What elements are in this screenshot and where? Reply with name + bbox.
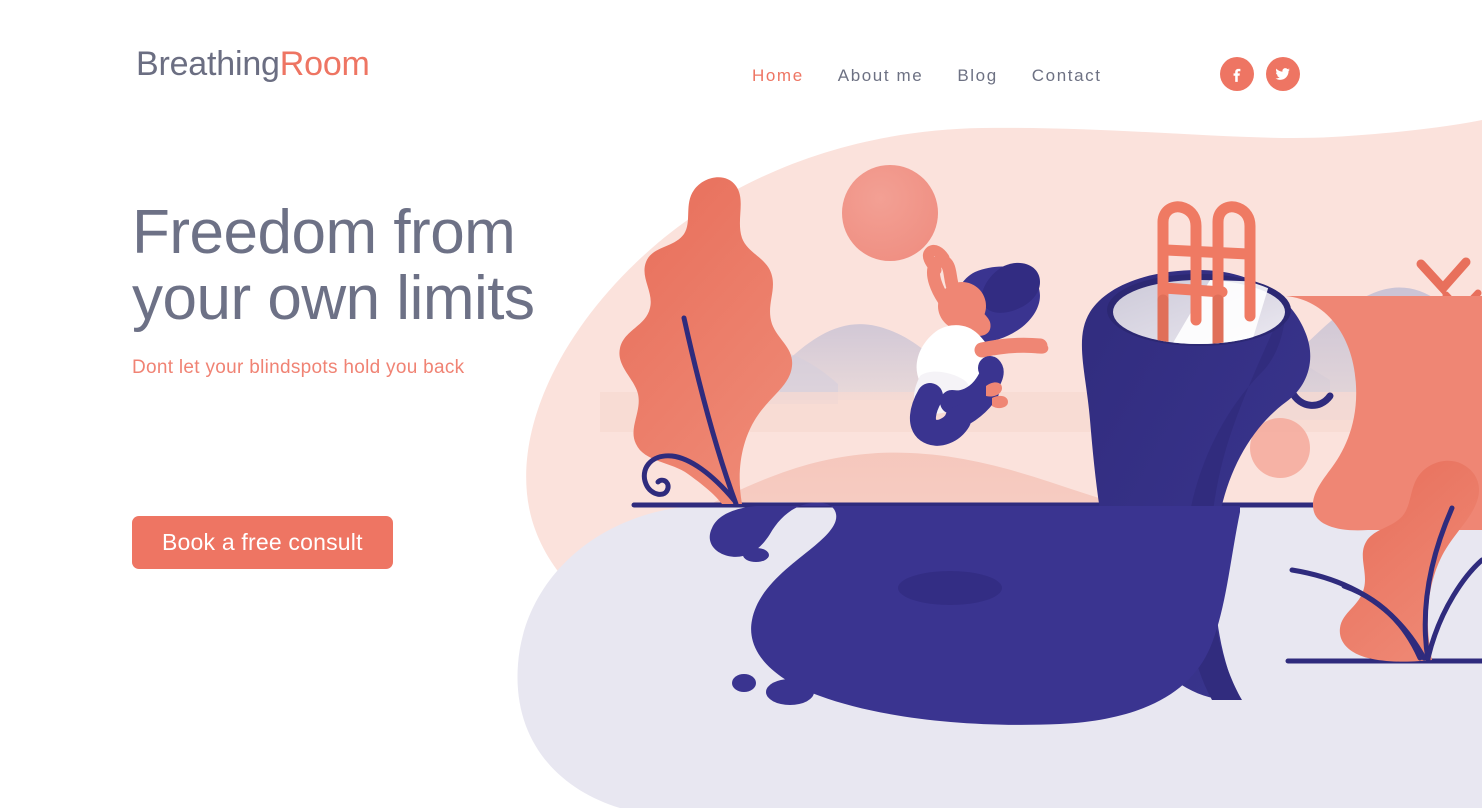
site-header: BreathingRoom Home About me Blog Contact	[0, 0, 1482, 132]
spill-droplet	[743, 548, 769, 562]
nav-item-blog[interactable]: Blog	[957, 63, 997, 88]
nav-item-about-me[interactable]: About me	[838, 63, 924, 88]
page-title: Freedom from your own limits	[132, 198, 535, 333]
site-logo[interactable]: BreathingRoom	[136, 47, 370, 81]
hero-subheadline: Dont let your blindspots hold you back	[132, 357, 465, 379]
social-links	[1220, 57, 1300, 91]
main-nav: Home About me Blog Contact	[752, 63, 1136, 88]
logo-accent: Room	[279, 45, 370, 83]
nav-item-contact[interactable]: Contact	[1032, 63, 1102, 88]
nav-item-home[interactable]: Home	[752, 63, 804, 88]
spill-droplet	[732, 674, 756, 692]
sun	[842, 165, 938, 261]
woman-arm-out	[974, 337, 1048, 358]
spill-shadow	[898, 571, 1002, 605]
logo-primary: Breathing	[136, 45, 280, 83]
book-consult-button[interactable]: Book a free consult	[132, 516, 393, 569]
facebook-icon[interactable]	[1220, 57, 1254, 91]
spill-droplet	[766, 679, 814, 705]
twitter-icon[interactable]	[1266, 57, 1300, 91]
landing-page: BreathingRoom Home About me Blog Contact…	[0, 0, 1482, 808]
hero-copy: Freedom from your own limits Dont let yo…	[132, 200, 535, 379]
